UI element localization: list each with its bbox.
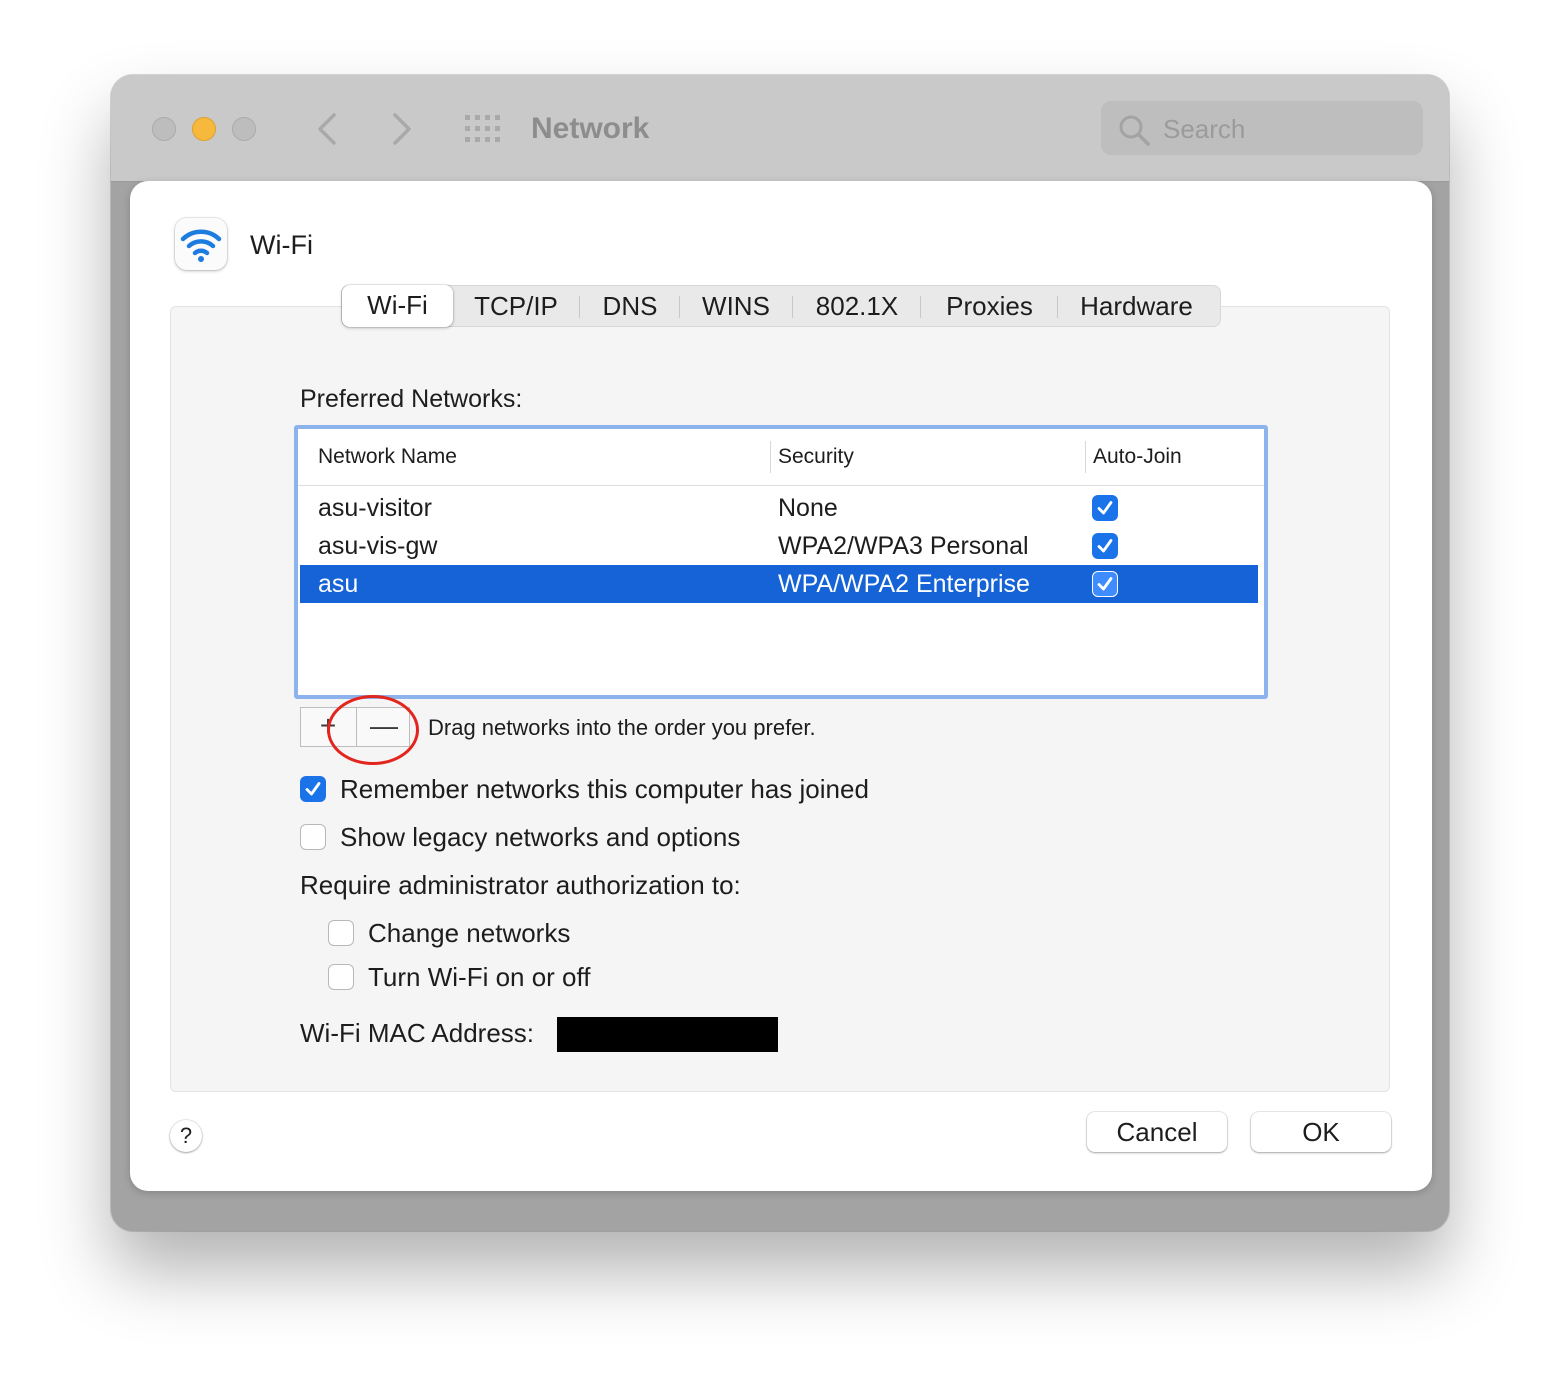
turn-wifi-label: Turn Wi-Fi on or off	[368, 962, 591, 992]
search-icon	[1119, 115, 1150, 146]
table-row[interactable]: asu-visitor None	[300, 489, 1258, 527]
forward-chevron-icon	[393, 113, 411, 145]
tab-separator	[1057, 296, 1058, 318]
security-cell: None	[778, 494, 838, 522]
tab-separator	[792, 296, 793, 318]
add-remove-control: + —	[300, 707, 410, 747]
sheet-title: Wi-Fi	[250, 230, 313, 260]
minimize-window-button[interactable]	[192, 117, 216, 141]
search-field[interactable]	[1101, 101, 1423, 155]
change-networks-label: Change networks	[368, 918, 571, 948]
require-admin-label: Require administrator authorization to:	[300, 870, 741, 900]
close-window-button[interactable]	[152, 117, 176, 141]
network-name-cell: asu-visitor	[318, 494, 432, 522]
tab-separator	[679, 296, 680, 318]
preferred-networks-table[interactable]: Network Name Security Auto-Join asu-visi…	[294, 425, 1268, 699]
remember-networks-label: Remember networks this computer has join…	[340, 774, 869, 804]
security-cell: WPA2/WPA3 Personal	[778, 532, 1029, 560]
back-chevron-icon	[318, 113, 336, 145]
tab-wifi[interactable]: Wi-Fi	[342, 285, 453, 327]
column-auto-join[interactable]: Auto-Join	[1093, 443, 1182, 471]
table-header: Network Name Security Auto-Join	[298, 429, 1264, 486]
auto-join-checkbox[interactable]	[1092, 495, 1118, 521]
turn-wifi-checkbox[interactable]	[328, 964, 354, 990]
wifi-icon	[180, 229, 222, 262]
window-title: Network	[531, 112, 650, 145]
legacy-networks-checkbox[interactable]	[300, 824, 326, 850]
auto-join-checkbox[interactable]	[1092, 571, 1118, 597]
tab-bar: Wi-Fi TCP/IP DNS WINS 802.1X Proxies Har…	[341, 285, 1221, 327]
table-row[interactable]: asu-vis-gw WPA2/WPA3 Personal	[300, 527, 1258, 565]
column-separator	[1085, 441, 1086, 473]
remove-network-button[interactable]: —	[357, 708, 411, 746]
search-input[interactable]	[1161, 109, 1415, 149]
network-name-cell: asu	[318, 570, 359, 598]
auto-join-checkbox[interactable]	[1092, 533, 1118, 559]
tab-proxies[interactable]: Proxies	[927, 286, 1052, 326]
column-separator	[770, 441, 771, 473]
preferred-networks-label: Preferred Networks:	[300, 385, 523, 413]
checkmark-icon	[1097, 501, 1113, 515]
checkmark-icon	[1097, 576, 1112, 590]
show-all-button[interactable]	[463, 113, 503, 145]
tab-8021x[interactable]: 802.1X	[800, 286, 914, 326]
tab-separator	[920, 296, 921, 318]
tab-wins[interactable]: WINS	[686, 286, 786, 326]
checkmark-icon	[1097, 539, 1113, 553]
mac-address-label: Wi-Fi MAC Address:	[300, 1018, 535, 1048]
tab-dns[interactable]: DNS	[586, 286, 674, 326]
column-security[interactable]: Security	[778, 443, 854, 471]
cancel-button[interactable]: Cancel	[1087, 1112, 1227, 1152]
network-name-cell: asu-vis-gw	[318, 532, 438, 560]
mac-address-redacted	[557, 1017, 778, 1052]
table-row-selected[interactable]: asu WPA/WPA2 Enterprise	[300, 565, 1258, 603]
column-network-name[interactable]: Network Name	[318, 443, 457, 471]
title-bar: Network	[111, 75, 1449, 182]
zoom-window-button[interactable]	[232, 117, 256, 141]
change-networks-checkbox[interactable]	[328, 920, 354, 946]
tab-separator	[579, 296, 580, 318]
add-network-button[interactable]: +	[301, 708, 355, 746]
wifi-settings-sheet: Wi-Fi Wi-Fi TCP/IP DNS WINS 802.1X Proxi…	[130, 181, 1432, 1191]
tab-tcp-ip[interactable]: TCP/IP	[463, 286, 569, 326]
remember-networks-checkbox[interactable]	[300, 776, 326, 802]
drag-hint-text: Drag networks into the order you prefer.	[428, 715, 816, 740]
legacy-networks-label: Show legacy networks and options	[340, 822, 741, 852]
show-all-grid-icon	[465, 115, 500, 142]
wifi-badge	[175, 218, 227, 270]
help-button[interactable]: ?	[170, 1120, 202, 1152]
system-preferences-window: Network Wi-Fi Wi-Fi TCP/IP DNS	[111, 75, 1449, 1231]
tab-hardware[interactable]: Hardware	[1064, 286, 1209, 326]
ok-button[interactable]: OK	[1251, 1112, 1391, 1152]
back-button[interactable]	[308, 109, 348, 149]
security-cell: WPA/WPA2 Enterprise	[778, 570, 1030, 598]
forward-button[interactable]	[381, 109, 421, 149]
checkmark-icon	[305, 782, 321, 796]
